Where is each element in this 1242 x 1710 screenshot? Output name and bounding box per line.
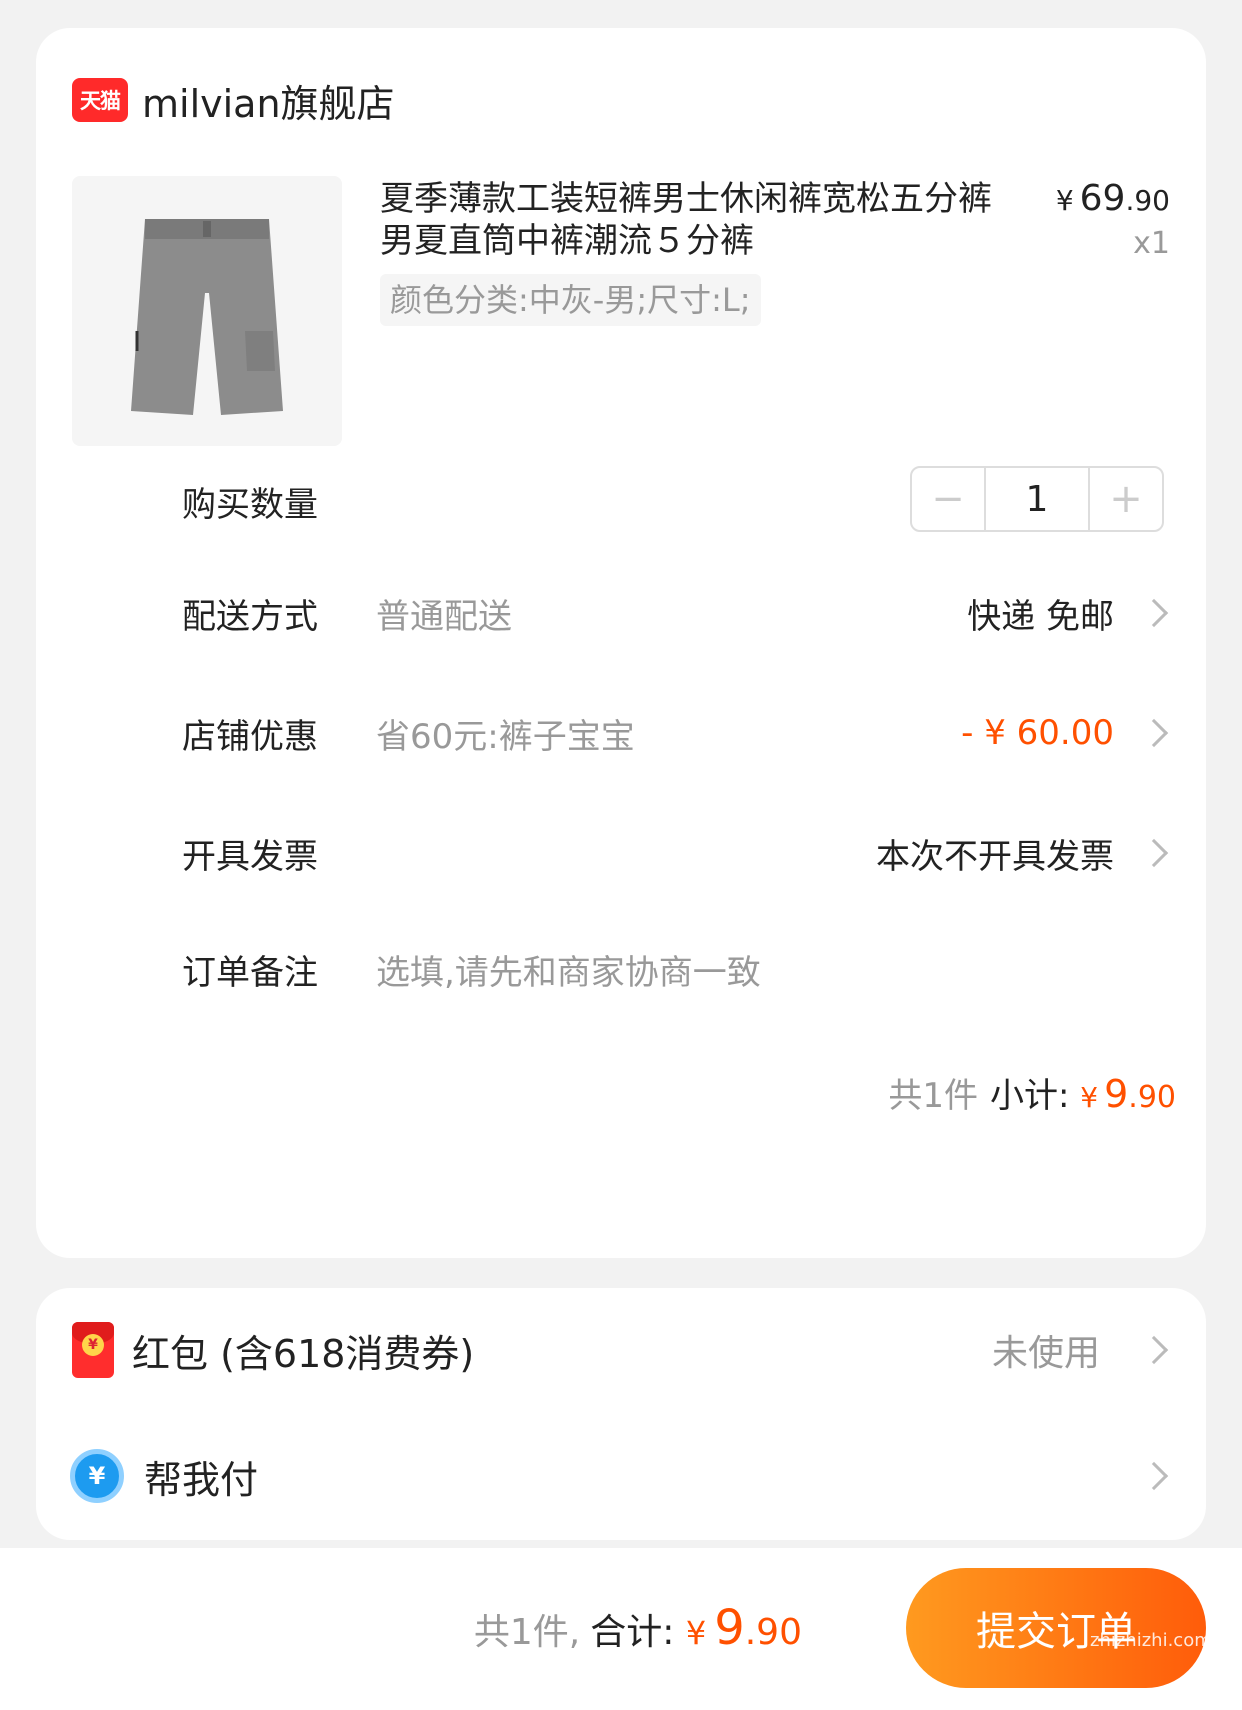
yuan-circle-icon: ¥ (70, 1449, 124, 1503)
total-currency: ¥ (685, 1614, 707, 1652)
chevron-right-icon (1139, 718, 1169, 748)
discount-label: 店铺优惠 (182, 716, 318, 757)
discount-desc: 省60元:裤子宝宝 (376, 716, 635, 757)
subtotal-label: 小计: (989, 1076, 1070, 1116)
extras-card: ¥ 红包 (含618消费券) 未使用 ¥ 帮我付 (36, 1288, 1206, 1540)
delivery-desc: 普通配送 (376, 596, 512, 637)
price-currency: ¥ (1055, 184, 1074, 217)
delivery-value: 快递 免邮 (967, 596, 1114, 637)
chevron-right-icon (1139, 598, 1169, 628)
subtotal-integer: 9 (1104, 1072, 1129, 1116)
helppay-row[interactable]: ¥ 帮我付 (36, 1436, 1206, 1516)
note-input[interactable]: 选填,请先和商家协商一致 (376, 945, 761, 994)
discount-value: - ¥ 60.00 (961, 713, 1114, 753)
price-decimal: .90 (1125, 184, 1170, 217)
bottom-bar: 共1件, 合计: ¥9.90 提交订单 (0, 1548, 1242, 1710)
helppay-label: 帮我付 (144, 1457, 259, 1502)
delivery-label: 配送方式 (182, 596, 318, 637)
watermark: zhizhizhi.com (1090, 1630, 1212, 1651)
total-integer: 9 (714, 1600, 745, 1656)
price-integer: 69 (1079, 178, 1126, 219)
shorts-image-icon (131, 219, 283, 415)
chevron-right-icon (1139, 1335, 1169, 1365)
subtotal: 共1件 小计: ¥9.90 (888, 1068, 1176, 1117)
product-price: ¥69.90 (1056, 178, 1170, 219)
red-envelope-icon: ¥ (72, 1322, 114, 1378)
note-row: 订单备注 选填,请先和商家协商一致 (36, 934, 1206, 1004)
invoice-value: 本次不开具发票 (876, 836, 1114, 877)
shop-name[interactable]: milvian旗舰店 (142, 73, 395, 128)
chevron-right-icon (1139, 1461, 1169, 1491)
hongbao-value: 未使用 (991, 1333, 1100, 1374)
tmall-logo: 天猫 (72, 78, 128, 122)
order-total: 共1件, 合计: ¥9.90 (474, 1600, 802, 1656)
sku-tag[interactable]: 颜色分类:中灰-男;尺寸:L; (380, 274, 761, 326)
subtotal-decimal: .90 (1128, 1080, 1176, 1115)
product-quantity: x1 (1133, 226, 1170, 261)
total-decimal: .90 (744, 1612, 802, 1653)
total-label: 合计: (590, 1612, 675, 1653)
hongbao-label: 红包 (含618消费券) (132, 1331, 475, 1376)
delivery-row[interactable]: 配送方式 普通配送 快递 免邮 (36, 578, 1206, 648)
total-count: 共1件, (473, 1612, 581, 1653)
coin-icon: ¥ (82, 1334, 104, 1356)
shop-header[interactable]: 天猫 milvian旗舰店 (72, 72, 395, 128)
chevron-right-icon (1139, 838, 1169, 868)
quantity-value[interactable]: 1 (984, 468, 1090, 530)
quantity-stepper[interactable]: − 1 + (910, 466, 1164, 532)
order-card: 天猫 milvian旗舰店 夏季薄款工装短裤男士休闲裤宽松五分裤男夏直筒中裤潮流… (36, 28, 1206, 1258)
invoice-row[interactable]: 开具发票 本次不开具发票 (36, 818, 1206, 888)
hongbao-row[interactable]: ¥ 红包 (含618消费券) 未使用 (36, 1310, 1206, 1390)
subtotal-count: 共1件 (888, 1076, 978, 1116)
subtotal-currency: ¥ (1080, 1081, 1099, 1114)
plus-button[interactable]: + (1090, 468, 1162, 530)
product-image[interactable] (72, 176, 342, 446)
invoice-label: 开具发票 (182, 836, 318, 877)
note-label: 订单备注 (182, 952, 318, 993)
quantity-label: 购买数量 (182, 484, 318, 525)
discount-row[interactable]: 店铺优惠 省60元:裤子宝宝 - ¥ 60.00 (36, 698, 1206, 768)
minus-button[interactable]: − (912, 468, 984, 530)
quantity-row: 购买数量 − 1 + (36, 466, 1206, 536)
subtotal-amount: ¥9.90 (1080, 1072, 1176, 1116)
total-amount: ¥9.90 (685, 1600, 802, 1656)
submit-order-button[interactable]: 提交订单 (906, 1568, 1206, 1688)
product-title[interactable]: 夏季薄款工装短裤男士休闲裤宽松五分裤男夏直筒中裤潮流５分裤 (380, 178, 1020, 262)
